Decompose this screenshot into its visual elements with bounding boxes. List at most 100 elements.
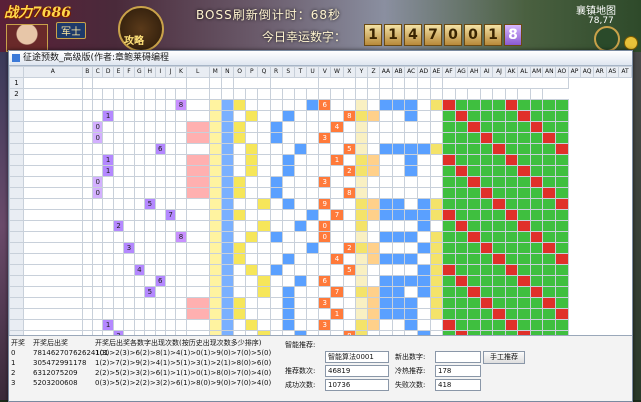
recent-count-cell[interactable] bbox=[504, 220, 519, 232]
table-row[interactable]: 03 bbox=[9, 176, 632, 188]
header-blank[interactable] bbox=[404, 88, 418, 100]
recent-count-cell[interactable] bbox=[504, 253, 519, 265]
hit-cell[interactable] bbox=[208, 242, 222, 254]
header-big-group[interactable] bbox=[233, 77, 271, 89]
recent-count-cell[interactable] bbox=[479, 231, 494, 243]
digit-col-header[interactable] bbox=[102, 88, 114, 100]
recent-count-cell[interactable] bbox=[555, 143, 569, 155]
digit-cell[interactable] bbox=[112, 308, 125, 320]
prime-cell[interactable] bbox=[354, 231, 369, 243]
col-letter[interactable]: U bbox=[305, 66, 320, 78]
new-count-field[interactable] bbox=[435, 351, 481, 363]
big-small-cell[interactable] bbox=[379, 264, 393, 276]
odd-even-cell[interactable] bbox=[367, 308, 381, 320]
digit-cell[interactable] bbox=[112, 176, 125, 188]
col-letter[interactable]: AC bbox=[404, 66, 418, 78]
digit-cell[interactable] bbox=[102, 209, 114, 221]
col-letter[interactable]: AI bbox=[479, 66, 494, 78]
history-row[interactable]: 1 305472991178 1(2)>7(2)>9(2)>4(1)>5(1)>3(… bbox=[11, 358, 281, 368]
hit-cell[interactable] bbox=[208, 253, 222, 265]
big-small-cell[interactable] bbox=[379, 132, 393, 144]
hot-cell[interactable]: 9 bbox=[318, 198, 332, 210]
digit-cell[interactable] bbox=[175, 154, 187, 166]
recent-count-cell[interactable] bbox=[542, 242, 557, 254]
recent-count-cell[interactable] bbox=[442, 154, 456, 166]
window-titlebar[interactable]: 征途预数_高级版(作者:章鲍莱碍编程 bbox=[9, 51, 632, 66]
recent-count-cell[interactable] bbox=[467, 319, 481, 331]
link-cell[interactable] bbox=[185, 297, 210, 309]
row-number[interactable] bbox=[9, 209, 24, 221]
recent-count-cell[interactable] bbox=[504, 110, 519, 122]
recent-count-cell[interactable] bbox=[529, 154, 544, 166]
digit-cell[interactable] bbox=[164, 242, 177, 254]
link-cell[interactable] bbox=[185, 110, 210, 122]
recent-col-header[interactable] bbox=[479, 88, 494, 100]
digit-cell[interactable] bbox=[175, 110, 187, 122]
recent-count-cell[interactable] bbox=[442, 319, 456, 331]
row-number[interactable] bbox=[9, 319, 24, 331]
front-back-cell[interactable] bbox=[391, 253, 406, 265]
table-row[interactable]: 4 bbox=[9, 253, 632, 265]
recent-count-cell[interactable] bbox=[492, 253, 506, 265]
hot-cell[interactable]: 3 bbox=[318, 132, 332, 144]
gold-silver-cell[interactable] bbox=[429, 187, 444, 199]
recent-count-cell[interactable] bbox=[479, 220, 494, 232]
recent-count-cell[interactable] bbox=[529, 132, 544, 144]
recent-count-cell[interactable] bbox=[442, 253, 456, 265]
digit-cell[interactable] bbox=[112, 319, 125, 331]
ranking-cell[interactable] bbox=[269, 319, 283, 331]
row-number[interactable] bbox=[9, 308, 24, 320]
recent-count-cell[interactable] bbox=[555, 176, 569, 188]
remainder-cell[interactable] bbox=[232, 209, 247, 221]
ranking-cell[interactable] bbox=[269, 231, 283, 243]
recent-count-cell[interactable] bbox=[504, 231, 519, 243]
date-cell[interactable] bbox=[22, 143, 83, 155]
col-letter[interactable]: N bbox=[220, 66, 235, 78]
col-letter[interactable]: W bbox=[330, 66, 344, 78]
digit-cell[interactable]: 2 bbox=[112, 220, 125, 232]
misc-col-header[interactable] bbox=[245, 88, 259, 100]
digit-cell[interactable] bbox=[123, 231, 135, 243]
recent-count-cell[interactable] bbox=[442, 99, 456, 111]
table-row[interactable]: 20 bbox=[9, 220, 632, 232]
recent-count-cell[interactable] bbox=[492, 297, 506, 309]
recent-count-cell[interactable] bbox=[479, 187, 494, 199]
recent-count-cell[interactable] bbox=[517, 264, 531, 276]
recent-count-cell[interactable] bbox=[442, 297, 456, 309]
link-cell[interactable] bbox=[185, 275, 210, 287]
digit-cell[interactable] bbox=[133, 143, 146, 155]
gold-silver-cell[interactable] bbox=[429, 297, 444, 309]
front-back-cell[interactable] bbox=[391, 319, 406, 331]
col-letter[interactable]: R bbox=[269, 66, 283, 78]
remainder-cell[interactable] bbox=[232, 110, 247, 122]
hot-cell[interactable] bbox=[318, 110, 332, 122]
recent-count-cell[interactable] bbox=[442, 242, 456, 254]
digit-cell[interactable] bbox=[92, 220, 104, 232]
row-number[interactable] bbox=[9, 187, 24, 199]
open-value-cell[interactable] bbox=[220, 286, 235, 298]
digit-cell[interactable] bbox=[92, 286, 104, 298]
recent-count-cell[interactable] bbox=[467, 231, 481, 243]
col-letter[interactable]: AA bbox=[379, 66, 393, 78]
up-down-cell[interactable] bbox=[416, 209, 431, 221]
link-cell[interactable] bbox=[185, 264, 210, 276]
recent-count-cell[interactable] bbox=[555, 319, 569, 331]
digit-cell[interactable] bbox=[175, 121, 187, 133]
recent-count-cell[interactable] bbox=[492, 187, 506, 199]
recent-count-cell[interactable] bbox=[542, 319, 557, 331]
recent-count-cell[interactable] bbox=[454, 308, 469, 320]
prime-cell[interactable] bbox=[354, 176, 369, 188]
recent-col-header[interactable] bbox=[504, 88, 519, 100]
prime-cell[interactable] bbox=[354, 286, 369, 298]
col-letter[interactable]: C bbox=[92, 66, 104, 78]
gold-silver-cell[interactable] bbox=[429, 154, 444, 166]
big-small-cell[interactable] bbox=[379, 231, 393, 243]
recent-count-cell[interactable] bbox=[492, 99, 506, 111]
hit-cell[interactable] bbox=[208, 176, 222, 188]
front-back-cell[interactable] bbox=[391, 242, 406, 254]
recent-col-header[interactable] bbox=[467, 88, 481, 100]
recent-count-cell[interactable] bbox=[454, 198, 469, 210]
ranking-cell[interactable] bbox=[281, 187, 295, 199]
history-row[interactable]: 0 781462707626241​011(3)>2(3)>6(2)>8(1)>4… bbox=[11, 348, 281, 358]
hot-cell[interactable]: 2 bbox=[342, 242, 356, 254]
